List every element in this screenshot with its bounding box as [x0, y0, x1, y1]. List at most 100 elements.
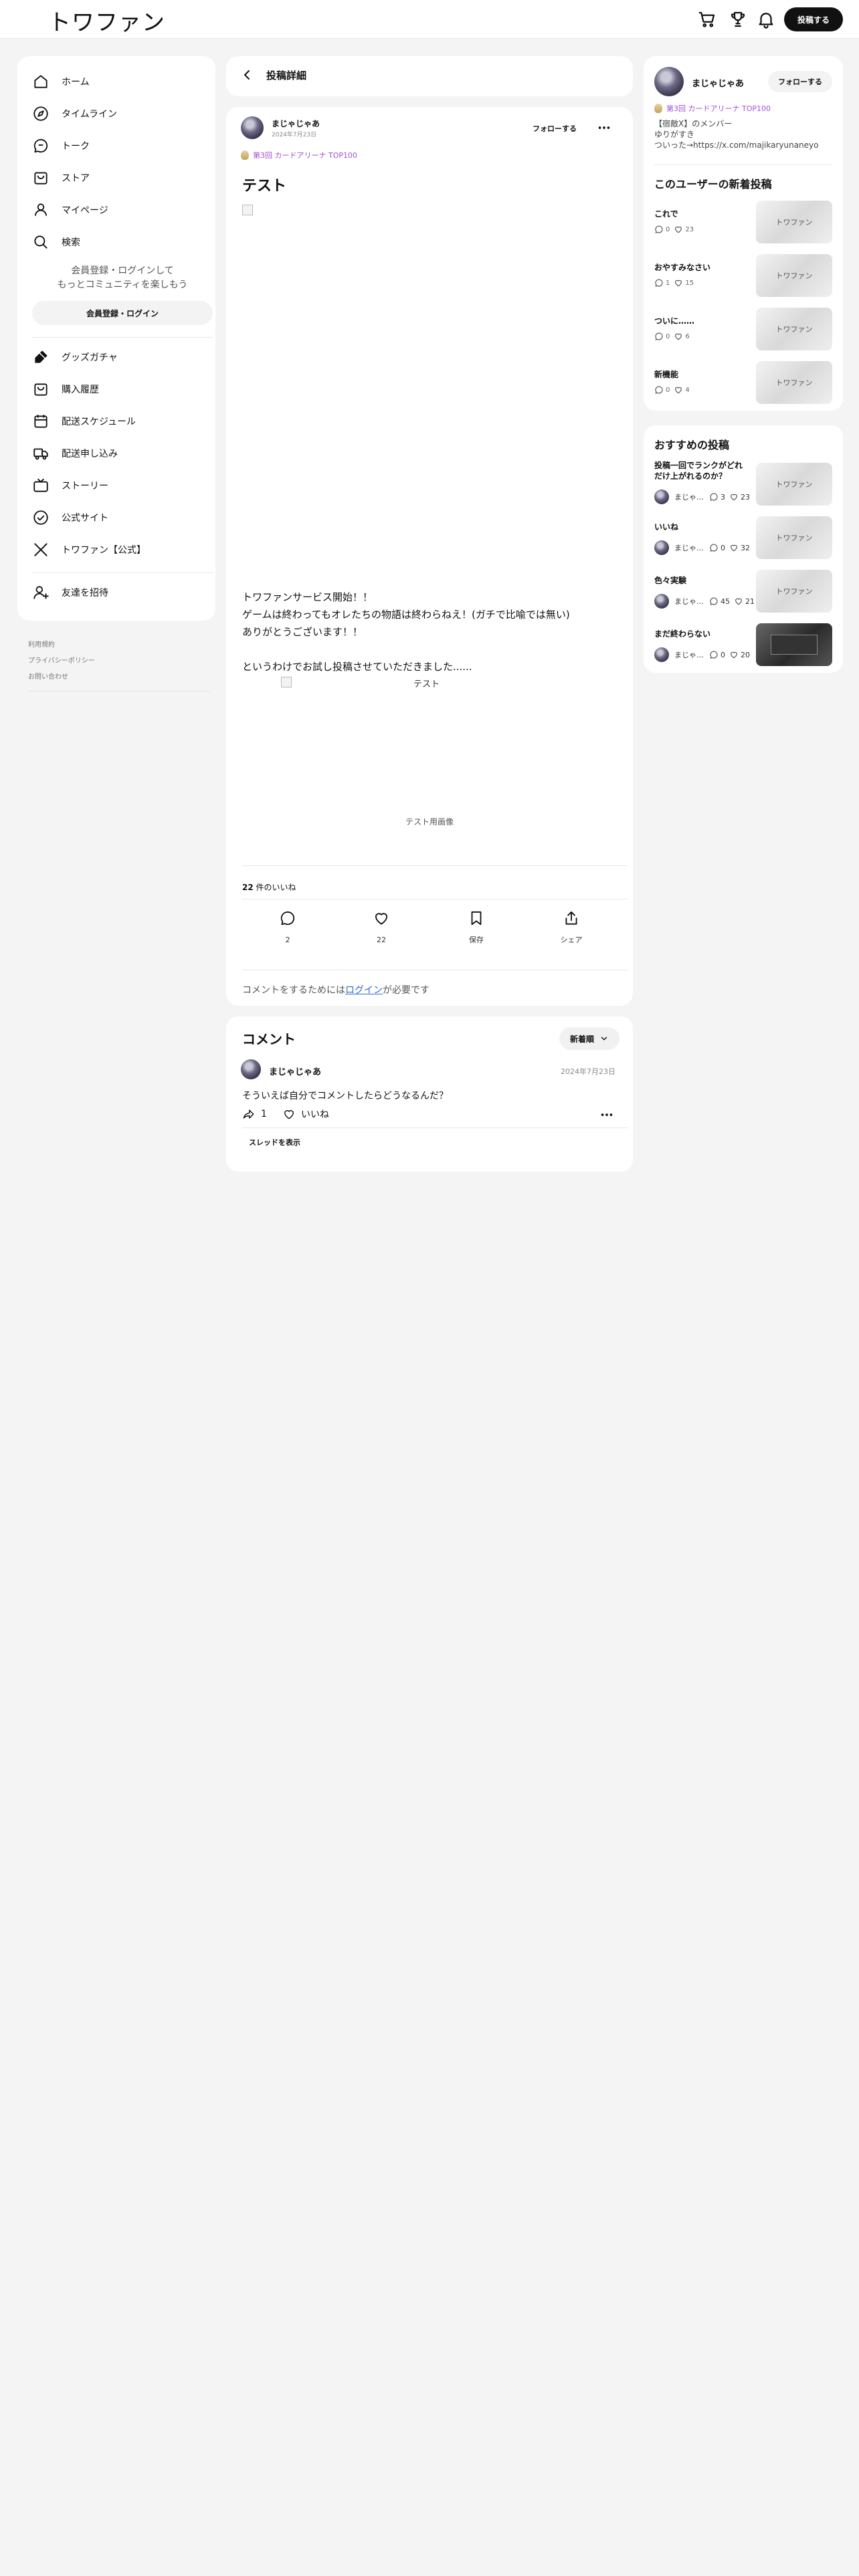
rec-post-title: まだ終わらない: [654, 629, 711, 639]
commenter-avatar[interactable]: [241, 1059, 261, 1079]
trophy-icon[interactable]: [728, 9, 748, 29]
reply-count: 1: [261, 1109, 267, 1119]
post-thumbnail: トワファン: [756, 308, 832, 350]
sidebar-item-home[interactable]: ホーム: [32, 70, 90, 94]
sidebar-item-talk[interactable]: トーク: [32, 134, 90, 158]
commenter-name[interactable]: まじゃじゃあ: [269, 1065, 321, 1077]
comment-icon: [655, 279, 663, 287]
new-post-stats: 0 23: [654, 225, 694, 234]
profile-follow-button[interactable]: フォローする: [768, 71, 832, 92]
comment-count: 0: [666, 386, 670, 394]
sidebar-item-delivery-schedule[interactable]: 配送スケジュール: [32, 409, 136, 433]
reply-button[interactable]: 1: [242, 1107, 267, 1121]
new-post-title: おやすみなさい: [654, 263, 711, 272]
user-icon: [34, 203, 47, 216]
rec-post-meta: まじゃ… 45 21: [654, 594, 755, 609]
sidebar-item-story[interactable]: ストーリー: [32, 473, 108, 498]
avatar: [654, 647, 669, 662]
like-count: 21: [745, 597, 755, 606]
rank-badge: 第3回 カードアリーナ TOP100: [241, 150, 357, 160]
comment-like-button[interactable]: いいね: [282, 1107, 329, 1121]
comment-count: 1: [666, 279, 670, 287]
follow-button[interactable]: フォローする: [524, 120, 585, 136]
comment-icon: [655, 386, 663, 394]
comment-icon: [280, 911, 295, 926]
comment-icon: [710, 493, 718, 501]
sidebar-item-official-site[interactable]: 公式サイト: [32, 506, 108, 530]
privacy-link[interactable]: プライバシーポリシー: [28, 655, 95, 665]
sidebar-item-gacha[interactable]: グッズガチャ: [32, 345, 118, 369]
sidebar-item-store[interactable]: ストア: [32, 166, 90, 190]
cart-icon[interactable]: [697, 9, 717, 29]
save-action[interactable]: 保存: [450, 909, 503, 945]
badge-label: 第3回 カードアリーナ TOP100: [666, 104, 771, 113]
bell-icon[interactable]: [756, 9, 776, 29]
post-thumbnail: トワファン: [756, 254, 832, 297]
sidebar-item-delivery-request[interactable]: 配送申し込み: [32, 441, 118, 465]
like-count: 32: [741, 543, 750, 552]
sidebar-item-purchase-history[interactable]: 購入履歴: [32, 377, 99, 401]
author-avatar[interactable]: [241, 116, 264, 139]
sidebar-item-label: ストーリー: [62, 481, 108, 492]
author-profile-card: まじゃじゃあ フォローする 第3回 カードアリーナ TOP100 【宿敵X】のメ…: [644, 56, 843, 411]
top-bar: トワファン 投稿する: [0, 0, 859, 39]
sidebar-item-official-x[interactable]: トワファン【公式】: [32, 538, 146, 562]
sidebar-item-label: 配送申し込み: [62, 449, 118, 459]
sidebar-item-label: タイムライン: [62, 109, 118, 120]
more-options-icon[interactable]: [597, 120, 611, 135]
profile-bio-line: 【宿敵X】のメンバー: [654, 119, 733, 128]
reply-icon: [243, 1109, 254, 1119]
broken-image-icon: [281, 677, 292, 687]
new-post-stats: 0 4: [654, 385, 690, 395]
post-button[interactable]: 投稿する: [784, 7, 843, 31]
register-login-button[interactable]: 会員登録・ログイン: [32, 301, 213, 325]
comment-icon: [710, 544, 718, 552]
sidebar-item-label: ストア: [62, 173, 90, 184]
site-logo[interactable]: トワファン: [48, 4, 165, 37]
like-count: 23: [685, 225, 694, 233]
sidebar-item-timeline[interactable]: タイムライン: [32, 102, 117, 126]
share-icon: [565, 911, 577, 925]
like-count: 6: [685, 332, 690, 340]
sidebar-item-invite[interactable]: 友達を招待: [32, 580, 108, 605]
login-link[interactable]: ログイン: [345, 985, 383, 996]
like-action[interactable]: 22: [355, 909, 408, 945]
sidebar-item-label: グッズガチャ: [62, 352, 118, 363]
comment-count: 0: [721, 650, 725, 659]
show-thread-button[interactable]: スレッドを表示: [249, 1137, 300, 1148]
compass-icon: [33, 106, 48, 121]
profile-avatar[interactable]: [654, 67, 684, 96]
profile-name[interactable]: まじゃじゃあ: [692, 76, 744, 89]
save-label: 保存: [469, 936, 484, 944]
store-icon: [34, 172, 47, 185]
badge-label: 第3回 カードアリーナ TOP100: [253, 151, 357, 160]
like-count: 20: [741, 650, 750, 659]
comment-count: 2: [285, 936, 290, 944]
contact-link[interactable]: お問い合わせ: [28, 671, 68, 681]
comment-action[interactable]: 2: [261, 909, 314, 945]
likes-summary[interactable]: 22 件のいいね: [242, 881, 296, 893]
new-posts-title: このユーザーの新着投稿: [654, 178, 772, 191]
comment-like-label: いいね: [301, 1109, 329, 1120]
heart-icon: [675, 226, 682, 233]
rec-post-meta: まじゃ… 0 32: [654, 540, 750, 555]
promo-line: もっとコミュニティを楽しもう: [57, 280, 188, 290]
like-count: 22: [377, 936, 386, 944]
sidebar-item-mypage[interactable]: マイページ: [32, 198, 108, 222]
back-arrow-icon[interactable]: [240, 67, 256, 83]
rec-author-name: まじゃ…: [674, 597, 704, 606]
login-note-suffix: が必要です: [383, 985, 430, 996]
heart-icon: [675, 333, 682, 340]
author-name[interactable]: まじゃじゃあ: [272, 118, 320, 129]
sidebar-item-label: ホーム: [62, 77, 90, 88]
like-count: 23: [741, 492, 750, 502]
new-post-stats: 0 6: [654, 332, 690, 341]
share-action[interactable]: シェア: [545, 909, 598, 945]
sidebar-item-search[interactable]: 検索: [32, 230, 80, 254]
post-title: テスト: [242, 178, 287, 195]
comment-more-icon[interactable]: [599, 1107, 614, 1122]
calendar-icon: [34, 415, 47, 428]
sort-dropdown[interactable]: 新着順: [559, 1027, 619, 1050]
terms-link[interactable]: 利用規約: [28, 639, 55, 649]
comments-card: コメント 新着順 まじゃじゃあ 2024年7月23日 そういえば自分でコメントし…: [226, 1016, 633, 1172]
